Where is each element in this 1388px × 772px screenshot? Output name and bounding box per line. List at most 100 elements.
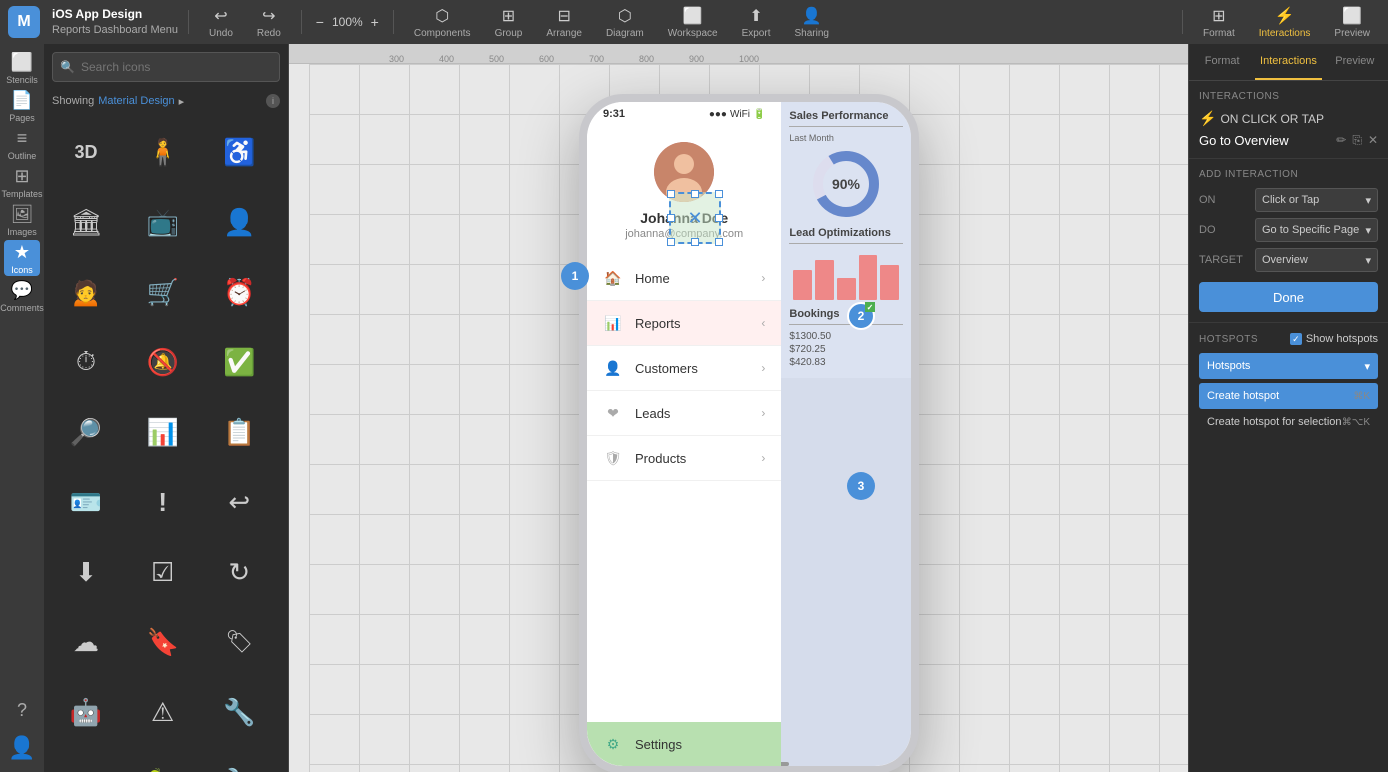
icon-accessible[interactable]: ♿ <box>205 118 273 186</box>
zoom-in-button[interactable]: + <box>367 12 383 32</box>
icon-bank[interactable]: 🏛 <box>52 188 120 256</box>
create-hotspot-selection-action[interactable]: Create hotspot for selection ⌘⌥K <box>1199 409 1378 435</box>
tab-format[interactable]: Format <box>1189 44 1255 80</box>
icon-tv[interactable]: 📺 <box>129 188 197 256</box>
icon-wrench[interactable]: 🔧 <box>205 748 273 772</box>
sharing-button[interactable]: 👤 Sharing <box>784 6 838 38</box>
hotspots-dropdown[interactable]: Hotspots ▾ <box>1199 353 1378 379</box>
close-icon[interactable]: ✕ <box>1368 133 1378 148</box>
selected-element[interactable]: ✕ <box>669 192 721 244</box>
group-icon: ⊞ <box>502 6 515 26</box>
hotspot-2[interactable]: 2 ✓ <box>847 302 875 330</box>
icon-bar-chart[interactable]: 📊 <box>129 398 197 466</box>
icon-alarm-off[interactable]: 🔕 <box>129 328 197 396</box>
export-button[interactable]: ⬆ Export <box>732 6 781 38</box>
workspace-icon: ⬜ <box>683 6 703 26</box>
icon-bookmark-border[interactable]: 🏷 <box>205 608 273 676</box>
zoom-out-button[interactable]: − <box>312 12 328 32</box>
do-select[interactable]: Go to Specific Page ▾ <box>1255 218 1378 242</box>
icon-refresh[interactable]: ↻ <box>205 538 273 606</box>
icon-android[interactable]: 🤖 <box>52 678 120 746</box>
icon-id-card[interactable]: 🪪 <box>52 468 120 536</box>
show-hotspots-checkbox[interactable]: ✓ <box>1290 333 1302 345</box>
icon-download[interactable]: ⬇ <box>52 538 120 606</box>
resize-handle-tm[interactable] <box>691 190 699 198</box>
icon-info[interactable]: ! <box>129 468 197 536</box>
resize-handle-br[interactable] <box>715 238 723 246</box>
phone-container: 1 ✕ <box>579 94 919 772</box>
undo-button[interactable]: ↩ Undo <box>199 6 243 38</box>
on-select[interactable]: Click or Tap ▾ <box>1255 188 1378 212</box>
nav-item-settings[interactable]: ⚙ Settings <box>587 722 781 766</box>
nav-item-products[interactable]: 🛡 Products › <box>587 436 781 481</box>
group-button[interactable]: ⊞ Group <box>485 6 533 38</box>
resize-handle-bm[interactable] <box>691 238 699 246</box>
nav-item-customers[interactable]: 👤 Customers › <box>587 346 781 391</box>
icon-alarm[interactable]: ⏰ <box>205 258 273 326</box>
material-design-link[interactable]: Material Design <box>98 95 174 107</box>
canvas-content[interactable]: 1 ✕ <box>309 64 1188 772</box>
target-select[interactable]: Overview ▾ <box>1255 248 1378 272</box>
canvas-area[interactable]: 300 400 500 600 700 800 900 1000 1 <box>289 44 1188 772</box>
nav-item-reports[interactable]: 📊 Reports ‹ <box>587 301 781 346</box>
sidebar-item-help[interactable]: ? <box>4 692 40 728</box>
format-tab-button[interactable]: ⊞ Format <box>1193 6 1245 38</box>
sidebar-item-templates[interactable]: ⊞ Templates <box>4 164 40 200</box>
templates-icon: ⊞ <box>14 166 29 187</box>
add-interaction-title: ADD INTERACTION <box>1199 169 1378 180</box>
sidebar-item-images[interactable]: 🖼 Images <box>4 202 40 238</box>
redo-button[interactable]: ↪ Redo <box>247 6 291 38</box>
icon-list[interactable]: 📋 <box>205 398 273 466</box>
icon-bug[interactable]: 🐛 <box>129 748 197 772</box>
icon-person[interactable]: 👤 <box>205 188 273 256</box>
sidebar-item-profile[interactable]: 👤 <box>4 730 40 766</box>
arrange-button[interactable]: ⊟ Arrange <box>536 6 592 38</box>
sidebar-item-icons[interactable]: ★ Icons <box>4 240 40 276</box>
icon-3d-rotation[interactable]: 3D <box>52 118 120 186</box>
icon-bookmark[interactable]: 🔖 <box>129 608 197 676</box>
copy-icon[interactable]: ⎘ <box>1352 133 1362 148</box>
tab-interactions[interactable]: Interactions <box>1255 44 1321 80</box>
icon-warning[interactable]: ⚠ <box>129 678 197 746</box>
diagram-button[interactable]: ⬡ Diagram <box>596 6 654 38</box>
icons-label: Showing Material Design ▸ i <box>44 90 288 114</box>
icon-cart-plus[interactable]: 🛒 <box>129 258 197 326</box>
icon-check-box[interactable]: ☑ <box>129 538 197 606</box>
icon-search-circle[interactable]: 🔎 <box>52 398 120 466</box>
sidebar-item-stencils[interactable]: ⬜ Stencils <box>4 50 40 86</box>
show-hotspots-toggle[interactable]: ✓ Show hotspots <box>1290 333 1378 345</box>
products-icon: 🛡 <box>603 448 623 468</box>
done-button[interactable]: Done <box>1199 282 1378 312</box>
icon-alarm-add[interactable]: ⏱ <box>52 328 120 396</box>
sidebar-item-outline[interactable]: ≡ Outline <box>4 126 40 162</box>
icon-cloud-upload[interactable]: ☁ <box>52 608 120 676</box>
resize-handle-tl[interactable] <box>667 190 675 198</box>
icon-target[interactable]: ⊙ <box>52 748 120 772</box>
hotspot-3[interactable]: 3 <box>847 472 875 500</box>
icon-person-circle[interactable]: 🙍 <box>52 258 120 326</box>
resize-handle-lm[interactable] <box>667 214 675 222</box>
workspace-button[interactable]: ⬜ Workspace <box>658 6 728 38</box>
resize-handle-rm[interactable] <box>715 214 723 222</box>
edit-icon[interactable]: ✏ <box>1336 133 1346 148</box>
icon-accessibility[interactable]: 🧍 <box>129 118 197 186</box>
resize-handle-bl[interactable] <box>667 238 675 246</box>
nav-item-home[interactable]: 🏠 Home › <box>587 256 781 301</box>
preview-tab-button[interactable]: ⬜ Preview <box>1324 6 1380 38</box>
nav-item-leads[interactable]: ❤ Leads › <box>587 391 781 436</box>
toolbar-separator-2 <box>301 10 302 34</box>
create-hotspot-action[interactable]: Create hotspot ⌘K <box>1199 383 1378 409</box>
icon-check-circle[interactable]: ✅ <box>205 328 273 396</box>
search-input[interactable] <box>52 52 280 82</box>
interactions-tab-button[interactable]: ⚡ Interactions <box>1249 6 1321 38</box>
icon-build[interactable]: 🔧 <box>205 678 273 746</box>
tab-preview[interactable]: Preview <box>1322 44 1388 80</box>
info-button[interactable]: i <box>266 94 280 108</box>
hotspot-1[interactable]: 1 <box>561 262 589 290</box>
toolbar: M iOS App Design Reports Dashboard Menu … <box>0 0 1388 44</box>
resize-handle-tr[interactable] <box>715 190 723 198</box>
sidebar-item-pages[interactable]: 📄 Pages <box>4 88 40 124</box>
icon-transfer[interactable]: ↩ <box>205 468 273 536</box>
components-button[interactable]: ⬡ Components <box>404 6 481 38</box>
sidebar-item-comments[interactable]: 💬 Comments <box>4 278 40 314</box>
